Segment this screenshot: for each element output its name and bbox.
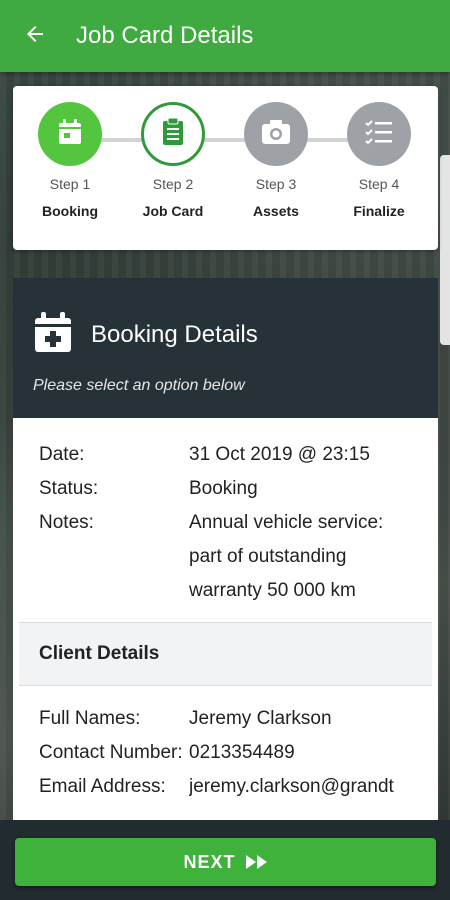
notes-value: Annual vehicle service: part of outstand… (189, 512, 384, 601)
booking-details-header: Booking Details Please select an option … (13, 278, 438, 418)
back-button[interactable] (0, 0, 70, 72)
step-booking[interactable]: Step 1 Booking (30, 102, 110, 219)
status-value: Booking (189, 478, 258, 499)
step-number: Step 3 (255, 176, 297, 192)
step-circle-booking (38, 102, 102, 166)
booking-details-title: Booking Details (91, 320, 258, 348)
email-label: Email Address: (39, 776, 166, 797)
status-row: Status: Booking (13, 472, 438, 506)
date-row: Date: 31 Oct 2019 @ 23:15 (13, 438, 438, 472)
status-label: Status: (39, 478, 99, 499)
calendar-icon (57, 118, 83, 151)
page-title: Job Card Details (76, 22, 254, 49)
step-assets[interactable]: Step 3 Assets (236, 102, 316, 219)
checklist-icon (364, 119, 394, 150)
step-label: Job Card (142, 203, 204, 219)
fast-forward-icon (245, 855, 268, 869)
full-names-row: Full Names: Jeremy Clarkson (13, 702, 438, 736)
date-value: 31 Oct 2019 @ 23:15 (189, 444, 370, 465)
booking-details-card: Booking Details Please select an option … (13, 278, 438, 820)
notes-row: Notes: Annual vehicle service: part of o… (13, 506, 438, 608)
email-row: Email Address: jeremy.clarkson@grandt (13, 770, 438, 804)
stepper-card: Step 1 Booking Step 2 Job Card Step 3 As… (13, 86, 438, 250)
date-label: Date: (39, 444, 85, 465)
step-circle-job-card (141, 102, 205, 166)
step-label: Booking (42, 203, 98, 219)
step-number: Step 2 (152, 176, 194, 192)
side-handle (440, 155, 450, 345)
contact-row: Contact Number: 0213354489 (13, 736, 438, 770)
step-number: Step 1 (49, 176, 91, 192)
email-value: jeremy.clarkson@grandt (189, 776, 394, 797)
app-bar: Job Card Details (0, 0, 450, 72)
contact-value: 0213354489 (189, 742, 295, 763)
bottom-bar: NEXT (0, 820, 450, 900)
booking-details-subtitle: Please select an option below (33, 377, 245, 394)
next-button[interactable]: NEXT (15, 838, 436, 886)
step-job-card[interactable]: Step 2 Job Card (133, 102, 213, 219)
step-number: Step 4 (358, 176, 400, 192)
arrow-left-icon (23, 22, 47, 51)
step-finalize[interactable]: Step 4 Finalize (339, 102, 419, 219)
clipboard-icon (162, 117, 184, 151)
step-circle-assets (244, 102, 308, 166)
step-label: Assets (253, 203, 299, 219)
calendar-plus-icon (33, 310, 73, 359)
next-label: NEXT (183, 851, 236, 872)
step-label: Finalize (353, 203, 405, 219)
client-details-heading: Client Details (19, 622, 432, 686)
full-names-label: Full Names: (39, 708, 141, 729)
step-circle-finalize (347, 102, 411, 166)
contact-label: Contact Number: (39, 742, 183, 763)
full-names-value: Jeremy Clarkson (189, 708, 332, 729)
camera-icon (261, 119, 291, 150)
notes-label: Notes: (39, 512, 94, 533)
